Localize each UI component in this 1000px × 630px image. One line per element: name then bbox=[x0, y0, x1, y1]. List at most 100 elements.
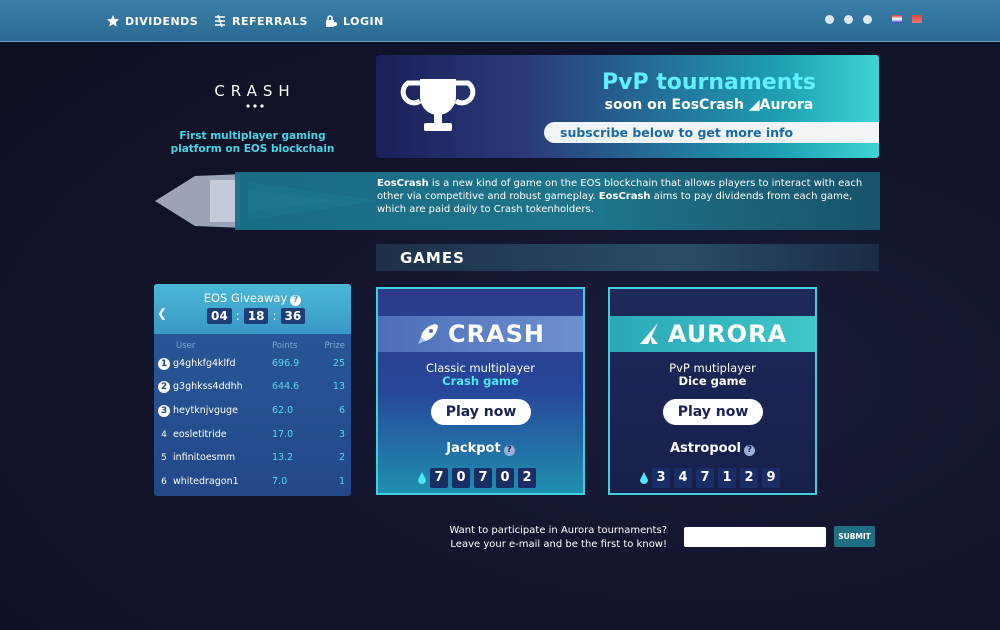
table-row: 4 eosletitride 17.0 3 bbox=[154, 425, 351, 447]
rank-medal: 3 bbox=[158, 405, 170, 417]
timer-hours: 04 bbox=[207, 308, 232, 324]
crash-pot-label: Jackpot bbox=[446, 441, 501, 456]
row-points: 644.6 bbox=[272, 381, 300, 392]
row-points: 696.9 bbox=[272, 358, 300, 369]
eos-drop-icon bbox=[418, 472, 426, 484]
timer-minutes: 18 bbox=[243, 308, 269, 324]
subscribe-text: Want to participate in Aurora tournament… bbox=[400, 524, 667, 552]
row-prize: 2 bbox=[338, 452, 345, 463]
aurora-pot-label: Astropool bbox=[670, 441, 741, 456]
row-points: 62.0 bbox=[272, 405, 294, 416]
column-prize: Prize bbox=[324, 341, 345, 351]
aurora-logo-icon bbox=[639, 323, 658, 344]
aurora-card-banner: AURORA bbox=[610, 316, 815, 352]
nav-login-label: LOGIN bbox=[343, 14, 384, 28]
timer-seconds: 36 bbox=[280, 308, 306, 324]
aurora-card-line1: PvP mutiplayer bbox=[669, 361, 756, 375]
crash-game-card[interactable]: CRASH Classic multiplayer Crash game Pla… bbox=[376, 287, 585, 495]
nav-dividends-label: DIVIDENDS bbox=[125, 14, 199, 28]
timer-separator: : bbox=[235, 309, 240, 323]
lock-icon bbox=[326, 15, 337, 27]
aurora-card-name: AURORA bbox=[667, 320, 788, 348]
help-icon[interactable]: ? bbox=[503, 445, 515, 456]
star-icon bbox=[107, 15, 119, 27]
giveaway-panel: ❮ EOS Giveaway? 04 : 18 : 36 User Points… bbox=[154, 284, 351, 496]
row-prize: 3 bbox=[338, 429, 345, 440]
banner-cta: subscribe below to get more info bbox=[544, 122, 879, 143]
row-user: whitedragon1 bbox=[173, 476, 239, 487]
banner-title: PvP tournaments bbox=[601, 70, 817, 95]
medium-icon[interactable] bbox=[863, 15, 872, 24]
jackpot-digit: 7 bbox=[430, 468, 448, 488]
aurora-astropool-digits: 3 4 7 1 2 9 bbox=[640, 468, 780, 488]
telegram-icon[interactable] bbox=[844, 15, 853, 24]
row-user: g4ghkfg4klfd bbox=[173, 358, 236, 369]
crash-jackpot-digits: 7 0 7 0 2 bbox=[418, 468, 536, 488]
jackpot-digit: 0 bbox=[452, 468, 470, 488]
giveaway-header: ❮ EOS Giveaway? 04 : 18 : 36 bbox=[154, 284, 351, 334]
timer-separator: : bbox=[272, 309, 277, 323]
crash-card-line1: Classic multiplayer bbox=[426, 361, 535, 375]
row-prize: 25 bbox=[332, 358, 345, 369]
giveaway-title: EOS Giveaway bbox=[203, 291, 288, 305]
logo-dots-icon bbox=[246, 104, 264, 108]
games-heading: GAMES bbox=[400, 249, 465, 267]
jackpot-digit: 0 bbox=[496, 468, 514, 488]
crash-card-banner: CRASH bbox=[378, 316, 583, 352]
flag-cn-icon[interactable] bbox=[912, 15, 922, 23]
banner-subtitle: soon on EosCrash ◢Aurora bbox=[604, 97, 814, 113]
table-row: 5 infinitoesmm 13.2 2 bbox=[154, 448, 351, 470]
jackpot-digit: 7 bbox=[474, 468, 492, 488]
help-icon[interactable]: ? bbox=[743, 445, 755, 456]
row-prize: 13 bbox=[332, 381, 345, 392]
tagline-line1: First multiplayer gaming bbox=[179, 130, 326, 142]
crash-card-name: CRASH bbox=[447, 320, 546, 348]
nav-referrals-label: REFERRALS bbox=[232, 14, 308, 28]
rank-medal: 1 bbox=[158, 358, 170, 370]
giveaway-title-wrap: EOS Giveaway? bbox=[154, 291, 351, 306]
referral-icon bbox=[215, 14, 225, 28]
crash-card-line2: Crash game bbox=[442, 374, 519, 388]
row-user: g3ghkss4ddhh bbox=[173, 381, 243, 392]
submit-button[interactable]: SUBMIT bbox=[834, 526, 875, 547]
row-prize: 6 bbox=[338, 405, 345, 416]
astropool-digit: 1 bbox=[718, 468, 736, 488]
row-rank: 6 bbox=[161, 477, 167, 487]
aurora-pot-label-wrap: Astropool? bbox=[610, 441, 815, 456]
row-user: eosletitride bbox=[173, 429, 227, 440]
description-text: EosCrash is a new kind of game on the EO… bbox=[377, 177, 879, 216]
aurora-play-button[interactable]: Play now bbox=[663, 399, 763, 425]
column-points: Points bbox=[272, 341, 298, 351]
giveaway-timer: 04 : 18 : 36 bbox=[207, 308, 306, 324]
flag-en-icon[interactable] bbox=[892, 15, 902, 23]
help-icon[interactable]: ? bbox=[290, 295, 302, 306]
astropool-digit: 4 bbox=[674, 468, 692, 488]
subscribe-line2: Leave your e-mail and be the first to kn… bbox=[450, 539, 667, 550]
astropool-digit: 3 bbox=[652, 468, 670, 488]
logo-text: CRASH bbox=[214, 82, 296, 100]
logo[interactable]: CRASH bbox=[200, 72, 310, 112]
pvp-banner[interactable]: PvP tournaments soon on EosCrash ◢Aurora… bbox=[376, 55, 879, 158]
row-user: infinitoesmm bbox=[173, 452, 236, 463]
aurora-card-line2: Dice game bbox=[678, 374, 747, 388]
top-navbar: DIVIDENDS REFERRALS LOGIN bbox=[0, 0, 1000, 42]
email-field[interactable] bbox=[684, 527, 826, 547]
tagline: First multiplayer gaming platform on EOS… bbox=[160, 130, 345, 156]
eos-drop-icon bbox=[640, 472, 648, 484]
astropool-digit: 2 bbox=[740, 468, 758, 488]
aurora-game-card[interactable]: AURORA PvP mutiplayer Dice game Play now… bbox=[608, 287, 817, 495]
crash-pot-label-wrap: Jackpot? bbox=[378, 441, 583, 456]
row-points: 17.0 bbox=[272, 429, 294, 440]
rocket-icon bbox=[417, 324, 438, 344]
nav-dividends[interactable]: DIVIDENDS bbox=[106, 12, 198, 30]
crash-play-button[interactable]: Play now bbox=[431, 399, 531, 425]
row-prize: 1 bbox=[338, 476, 345, 487]
table-row: 6 whitedragon1 7.0 1 bbox=[154, 472, 351, 494]
nav-referrals[interactable]: REFERRALS bbox=[213, 12, 308, 30]
chevron-left-icon[interactable]: ❮ bbox=[157, 306, 167, 320]
row-rank: 4 bbox=[161, 430, 167, 440]
rank-medal: 2 bbox=[158, 381, 170, 393]
nav-login[interactable]: LOGIN bbox=[324, 12, 384, 30]
row-rank: 5 bbox=[161, 453, 167, 463]
twitter-icon[interactable] bbox=[825, 15, 834, 24]
